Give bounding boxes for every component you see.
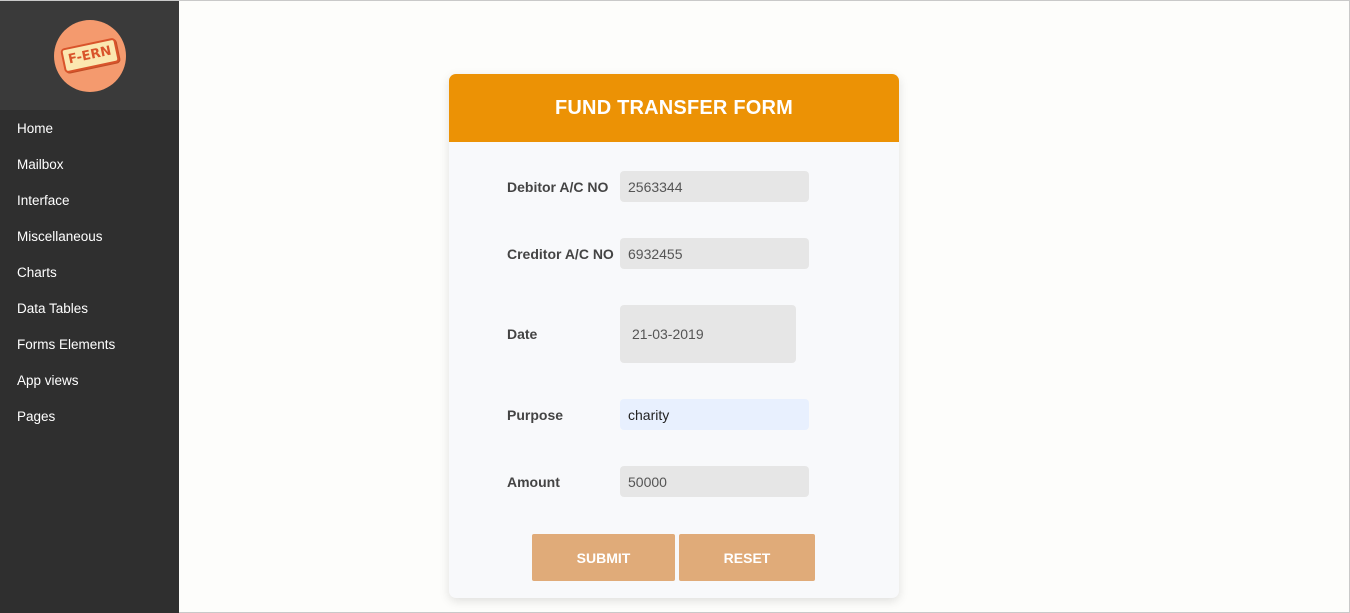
date-input[interactable]: [620, 305, 796, 363]
amount-row: Amount: [507, 466, 809, 497]
fund-transfer-card: FUND TRANSFER FORM Debitor A/C NO Credit…: [449, 74, 899, 598]
logo-text: F-ERN: [59, 37, 120, 74]
sidebar-item-app-views[interactable]: App views: [0, 362, 179, 398]
reset-button[interactable]: RESET: [679, 534, 815, 581]
date-label: Date: [507, 326, 538, 342]
sidebar-item-mailbox[interactable]: Mailbox: [0, 146, 179, 182]
submit-button[interactable]: SUBMIT: [532, 534, 675, 581]
sidebar-item-interface[interactable]: Interface: [0, 182, 179, 218]
sidebar-item-charts[interactable]: Charts: [0, 254, 179, 290]
purpose-label: Purpose: [507, 406, 564, 423]
sidebar-item-miscellaneous[interactable]: Miscellaneous: [0, 218, 179, 254]
card-header: FUND TRANSFER FORM: [449, 74, 899, 142]
purpose-row: Purpose: [507, 399, 809, 430]
form-title: FUND TRANSFER FORM: [554, 96, 794, 119]
purpose-input[interactable]: [620, 399, 809, 430]
debitor-account-input[interactable]: [620, 171, 809, 202]
sidebar: F-ERN Home Mailbox Interface Miscellaneo…: [0, 1, 179, 613]
debitor-label: Debitor A/C NO: [507, 178, 609, 195]
form-buttons: SUBMIT RESET: [532, 534, 815, 581]
debitor-row: Debitor A/C NO: [507, 171, 809, 202]
sidebar-item-home[interactable]: Home: [0, 110, 179, 146]
sidebar-item-data-tables[interactable]: Data Tables: [0, 290, 179, 326]
logo-area: F-ERN: [0, 1, 179, 110]
creditor-label: Creditor A/C NO: [507, 245, 614, 262]
logo[interactable]: F-ERN: [53, 19, 126, 92]
sidebar-item-forms-elements[interactable]: Forms Elements: [0, 326, 179, 362]
amount-label: Amount: [507, 473, 560, 490]
date-row: Date: [507, 305, 796, 363]
creditor-account-input[interactable]: [620, 238, 809, 269]
creditor-row: Creditor A/C NO: [507, 238, 809, 269]
amount-input[interactable]: [620, 466, 809, 497]
sidebar-item-pages[interactable]: Pages: [0, 398, 179, 434]
sidebar-nav: Home Mailbox Interface Miscellaneous Cha…: [0, 110, 179, 434]
